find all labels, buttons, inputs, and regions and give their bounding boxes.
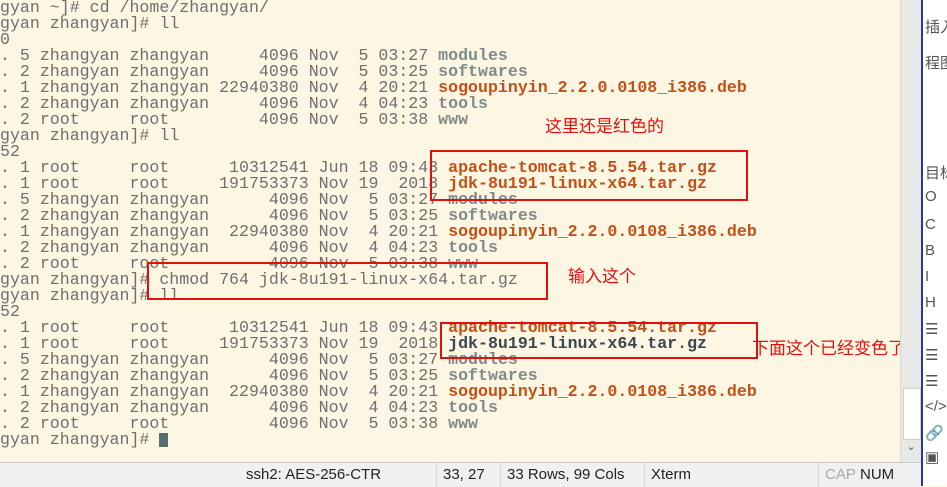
annotation-type-this: 输入这个	[568, 267, 636, 286]
line-text: gyan zhangyan]# ll	[0, 14, 180, 33]
highlight-box-changed-file	[440, 322, 758, 359]
annotation-changed-color: 下面这个已经变色了	[752, 339, 905, 358]
terminal-line: gyan zhangyan]# ll	[0, 126, 180, 145]
side-panel-item[interactable]: 插入	[925, 16, 947, 37]
editor-side-panel: 插入程图目标 OCBIH ☰ ☰ ☰ </> 🔗 ▣	[921, 0, 947, 486]
status-cursor-position: 33, 27	[436, 463, 485, 487]
highlight-box-chmod-command	[147, 262, 548, 300]
terminal-line: gyan zhangyan]# ll	[0, 14, 180, 33]
side-panel-item[interactable]: 目标	[925, 162, 947, 183]
terminal-cursor	[159, 432, 169, 447]
side-panel-item[interactable]: ☰	[925, 372, 938, 390]
scroll-down-icon[interactable]: ⌄	[903, 440, 919, 458]
terminal-line: gyan zhangyan]#	[0, 430, 169, 449]
side-panel-item[interactable]: ▣	[925, 448, 939, 466]
line-text: gyan zhangyan]#	[0, 430, 160, 449]
terminal-output[interactable]: gyan ~]# cd /home/zhangyan/gyan zhangyan…	[0, 0, 900, 462]
status-bar: ssh2: AES-256-CTR 33, 27 33 Rows, 99 Col…	[0, 462, 921, 487]
status-encryption: ssh2: AES-256-CTR	[246, 466, 382, 483]
side-panel-item[interactable]: B	[925, 242, 935, 259]
status-terminal-type: Xterm	[644, 463, 691, 487]
annotation-still-red: 这里还是红色的	[545, 117, 664, 136]
side-panel-item[interactable]: C	[925, 216, 936, 233]
vertical-scrollbar[interactable]: ⌄	[900, 0, 922, 462]
file-name: www	[448, 414, 478, 433]
side-panel-item[interactable]: I	[925, 268, 929, 285]
scrollbar-thumb[interactable]	[903, 388, 921, 440]
status-terminal-size: 33 Rows, 99 Cols	[500, 463, 625, 487]
side-panel-item[interactable]: H	[925, 294, 936, 311]
highlight-box-red-files	[430, 150, 748, 201]
side-panel-item[interactable]: O	[925, 188, 937, 205]
line-text: gyan zhangyan]# ll	[0, 126, 180, 145]
side-panel-item[interactable]: ☰	[925, 346, 938, 364]
status-num-lock: NUM	[860, 466, 895, 483]
side-panel-item[interactable]: </>	[925, 398, 947, 415]
side-panel-item[interactable]: 程图	[925, 52, 947, 73]
side-panel-item[interactable]: ☰	[925, 320, 938, 338]
file-name: www	[438, 110, 469, 129]
side-panel-item[interactable]: 🔗	[925, 424, 944, 442]
status-caps-lock: CAP	[818, 463, 856, 487]
